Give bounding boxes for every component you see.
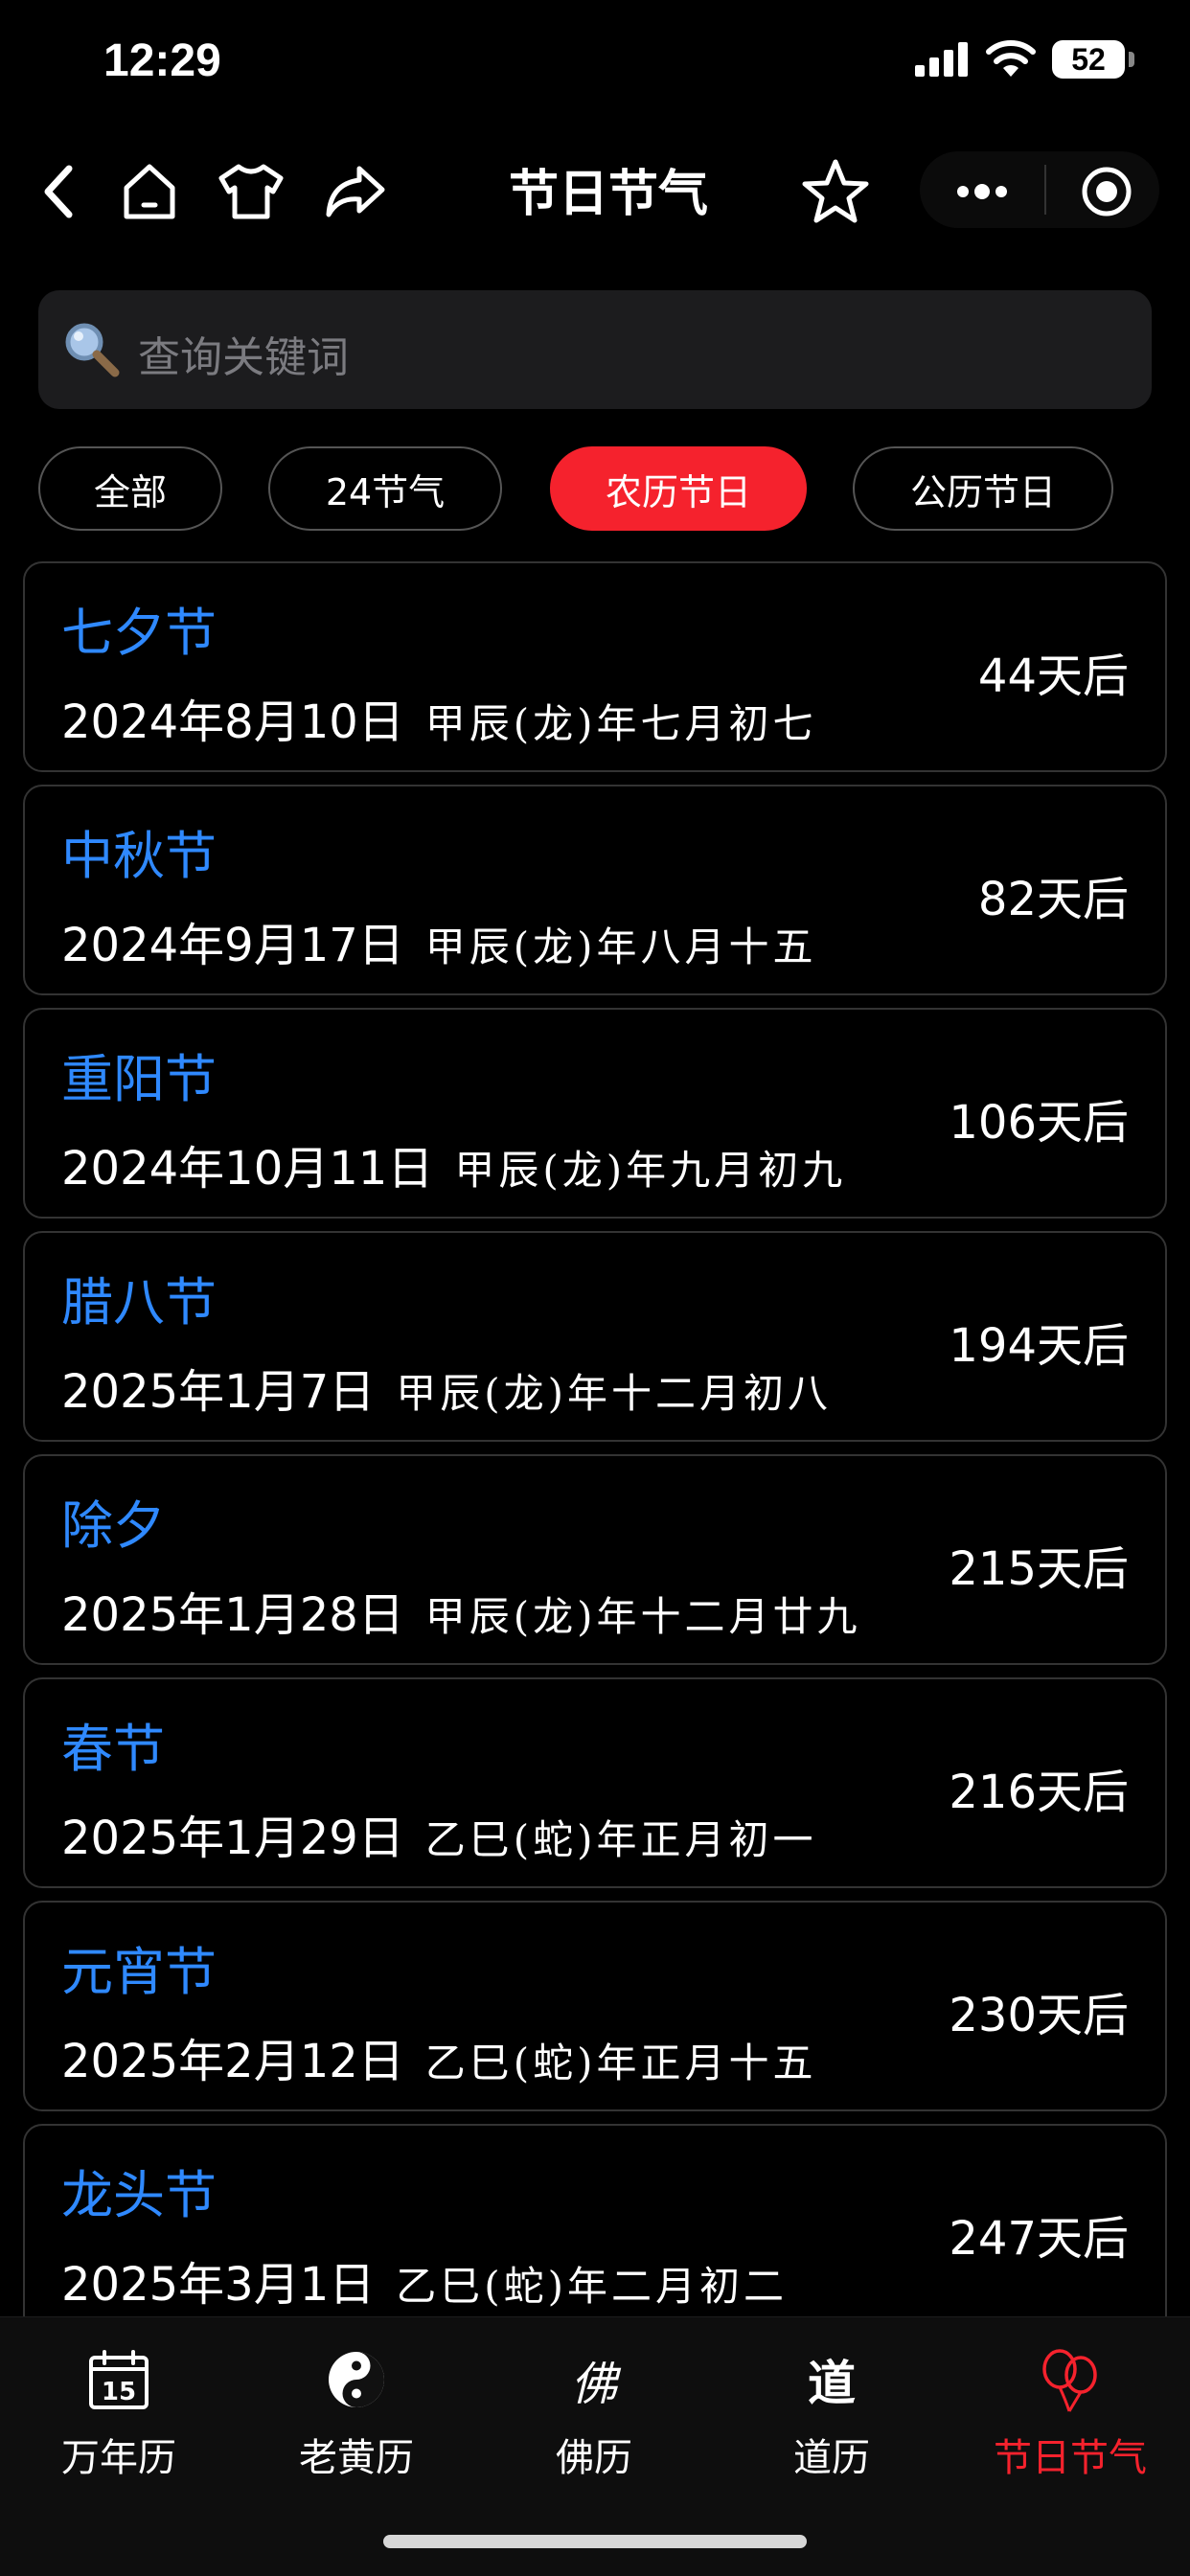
filter-lunar-festivals[interactable]: 农历节日 <box>550 446 807 531</box>
status-bar: 12:29 52 <box>0 0 1190 134</box>
calendar-day: 15 <box>102 2378 136 2406</box>
festival-date: 2024年10月11日 甲辰(龙)年九月初九 <box>61 1130 846 1197</box>
page-title: 节日节气 <box>508 166 708 223</box>
star-icon <box>802 159 869 223</box>
tab-label: 节日节气 <box>994 2436 1147 2480</box>
festival-name: 中秋节 <box>61 826 217 886</box>
close-miniprogram-button[interactable] <box>1068 144 1145 239</box>
days-until: 247天后 <box>949 2212 1129 2266</box>
back-icon <box>44 165 73 218</box>
status-time: 12:29 <box>103 35 221 86</box>
festival-date: 2025年1月29日 乙巳(蛇)年正月初一 <box>61 1800 817 1867</box>
days-until: 44天后 <box>977 650 1129 703</box>
gregorian-date: 2025年2月12日 <box>61 2035 404 2088</box>
festival-name: 腊八节 <box>61 1272 217 1333</box>
gregorian-date: 2025年1月7日 <box>61 1365 376 1419</box>
festival-name: 除夕 <box>61 1495 165 1556</box>
gregorian-date: 2024年8月10日 <box>61 695 404 749</box>
share-button[interactable] <box>316 144 393 239</box>
festival-name: 龙头节 <box>61 2165 217 2225</box>
buddha-char-icon: 佛 <box>561 2346 628 2413</box>
gregorian-date: 2024年9月17日 <box>61 919 404 972</box>
search-icon <box>65 323 120 377</box>
filter-gregorian-festivals[interactable]: 公历节日 <box>853 446 1113 531</box>
lunar-date: 甲辰(龙)年八月十五 <box>424 923 817 970</box>
festival-name: 重阳节 <box>61 1049 217 1109</box>
capsule-divider <box>1044 165 1046 215</box>
home-button[interactable] <box>115 144 184 239</box>
lunar-date: 甲辰(龙)年十二月初八 <box>396 1370 833 1417</box>
target-icon <box>1082 167 1132 217</box>
filter-solar-terms[interactable]: 24节气 <box>268 446 502 531</box>
search-placeholder: 查询关键词 <box>138 333 349 382</box>
days-until: 106天后 <box>949 1096 1129 1150</box>
festival-name: 七夕节 <box>61 603 217 663</box>
festival-card[interactable]: 七夕节 2024年8月10日 甲辰(龙)年七月初七 44天后 <box>23 561 1167 772</box>
tab-buddhist-calendar[interactable]: 佛 佛历 <box>475 2327 713 2499</box>
lunar-date: 乙巳(蛇)年正月十五 <box>424 2040 817 2086</box>
festival-date: 2024年8月10日 甲辰(龙)年七月初七 <box>61 684 817 751</box>
tab-almanac[interactable]: 老黄历 <box>238 2327 475 2499</box>
skin-button[interactable] <box>213 144 289 239</box>
home-indicator[interactable] <box>383 2535 807 2548</box>
back-button[interactable] <box>27 144 88 239</box>
festival-date: 2025年2月12日 乙巳(蛇)年正月十五 <box>61 2023 817 2090</box>
dao-glyph: 道 <box>808 2355 856 2411</box>
festival-name: 元宵节 <box>61 1942 217 2002</box>
days-until: 215天后 <box>949 1542 1129 1596</box>
festival-card[interactable]: 元宵节 2025年2月12日 乙巳(蛇)年正月十五 230天后 <box>23 1901 1167 2111</box>
lunar-date: 甲辰(龙)年七月初七 <box>424 700 817 747</box>
wifi-icon <box>986 40 1036 77</box>
tab-label: 道历 <box>793 2436 870 2480</box>
days-until: 82天后 <box>977 873 1129 926</box>
filter-all[interactable]: 全部 <box>38 446 222 531</box>
festival-date: 2025年1月28日 甲辰(龙)年十二月廿九 <box>61 1577 861 1644</box>
festival-name: 春节 <box>61 1719 165 1779</box>
more-button[interactable] <box>944 144 1020 239</box>
lunar-date: 乙巳(蛇)年二月初二 <box>396 2263 789 2310</box>
festival-card[interactable]: 重阳节 2024年10月11日 甲辰(龙)年九月初九 106天后 <box>23 1008 1167 1219</box>
days-until: 194天后 <box>949 1319 1129 1373</box>
festival-card[interactable]: 中秋节 2024年9月17日 甲辰(龙)年八月十五 82天后 <box>23 785 1167 995</box>
lunar-date: 甲辰(龙)年十二月廿九 <box>424 1593 861 1640</box>
festival-card[interactable]: 龙头节 2025年3月1日 乙巳(蛇)年二月初二 247天后 <box>23 2124 1167 2335</box>
tab-label: 老黄历 <box>299 2436 414 2480</box>
battery-icon: 52 <box>1052 40 1125 79</box>
tab-label: 万年历 <box>61 2436 176 2480</box>
tab-taoist-calendar[interactable]: 道 道历 <box>713 2327 950 2499</box>
gregorian-date: 2025年1月28日 <box>61 1588 404 1642</box>
share-icon <box>326 166 385 217</box>
festival-card[interactable]: 春节 2025年1月29日 乙巳(蛇)年正月初一 216天后 <box>23 1677 1167 1888</box>
gregorian-date: 2024年10月11日 <box>61 1142 434 1196</box>
days-until: 216天后 <box>949 1766 1129 1819</box>
favorite-button[interactable] <box>795 144 876 239</box>
festival-card[interactable]: 腊八节 2025年1月7日 甲辰(龙)年十二月初八 194天后 <box>23 1231 1167 1442</box>
home-icon <box>124 164 175 219</box>
search-input[interactable]: 查询关键词 <box>38 290 1152 409</box>
gregorian-date: 2025年1月29日 <box>61 1812 404 1865</box>
more-icon <box>957 184 1007 199</box>
balloons-icon <box>1037 2346 1104 2413</box>
cellular-signal-icon <box>915 42 968 77</box>
lunar-date: 甲辰(龙)年九月初九 <box>454 1147 847 1194</box>
tab-label: 佛历 <box>556 2436 632 2480</box>
calendar-icon: 15 <box>85 2346 152 2413</box>
yin-yang-icon <box>323 2346 390 2413</box>
tab-calendar[interactable]: 15 万年历 <box>0 2327 238 2499</box>
dao-char-icon: 道 <box>798 2346 865 2413</box>
days-until: 230天后 <box>949 1989 1129 2042</box>
tab-festivals[interactable]: 节日节气 <box>950 2327 1190 2499</box>
festival-date: 2024年9月17日 甲辰(龙)年八月十五 <box>61 907 817 974</box>
lunar-date: 乙巳(蛇)年正月初一 <box>424 1816 817 1863</box>
battery-tip <box>1129 52 1134 67</box>
gregorian-date: 2025年3月1日 <box>61 2258 376 2312</box>
shirt-icon <box>218 164 284 219</box>
festival-date: 2025年1月7日 甲辰(龙)年十二月初八 <box>61 1354 832 1421</box>
buddha-glyph: 佛 <box>570 2358 617 2411</box>
festival-card[interactable]: 除夕 2025年1月28日 甲辰(龙)年十二月廿九 215天后 <box>23 1454 1167 1665</box>
festival-date: 2025年3月1日 乙巳(蛇)年二月初二 <box>61 2246 788 2314</box>
